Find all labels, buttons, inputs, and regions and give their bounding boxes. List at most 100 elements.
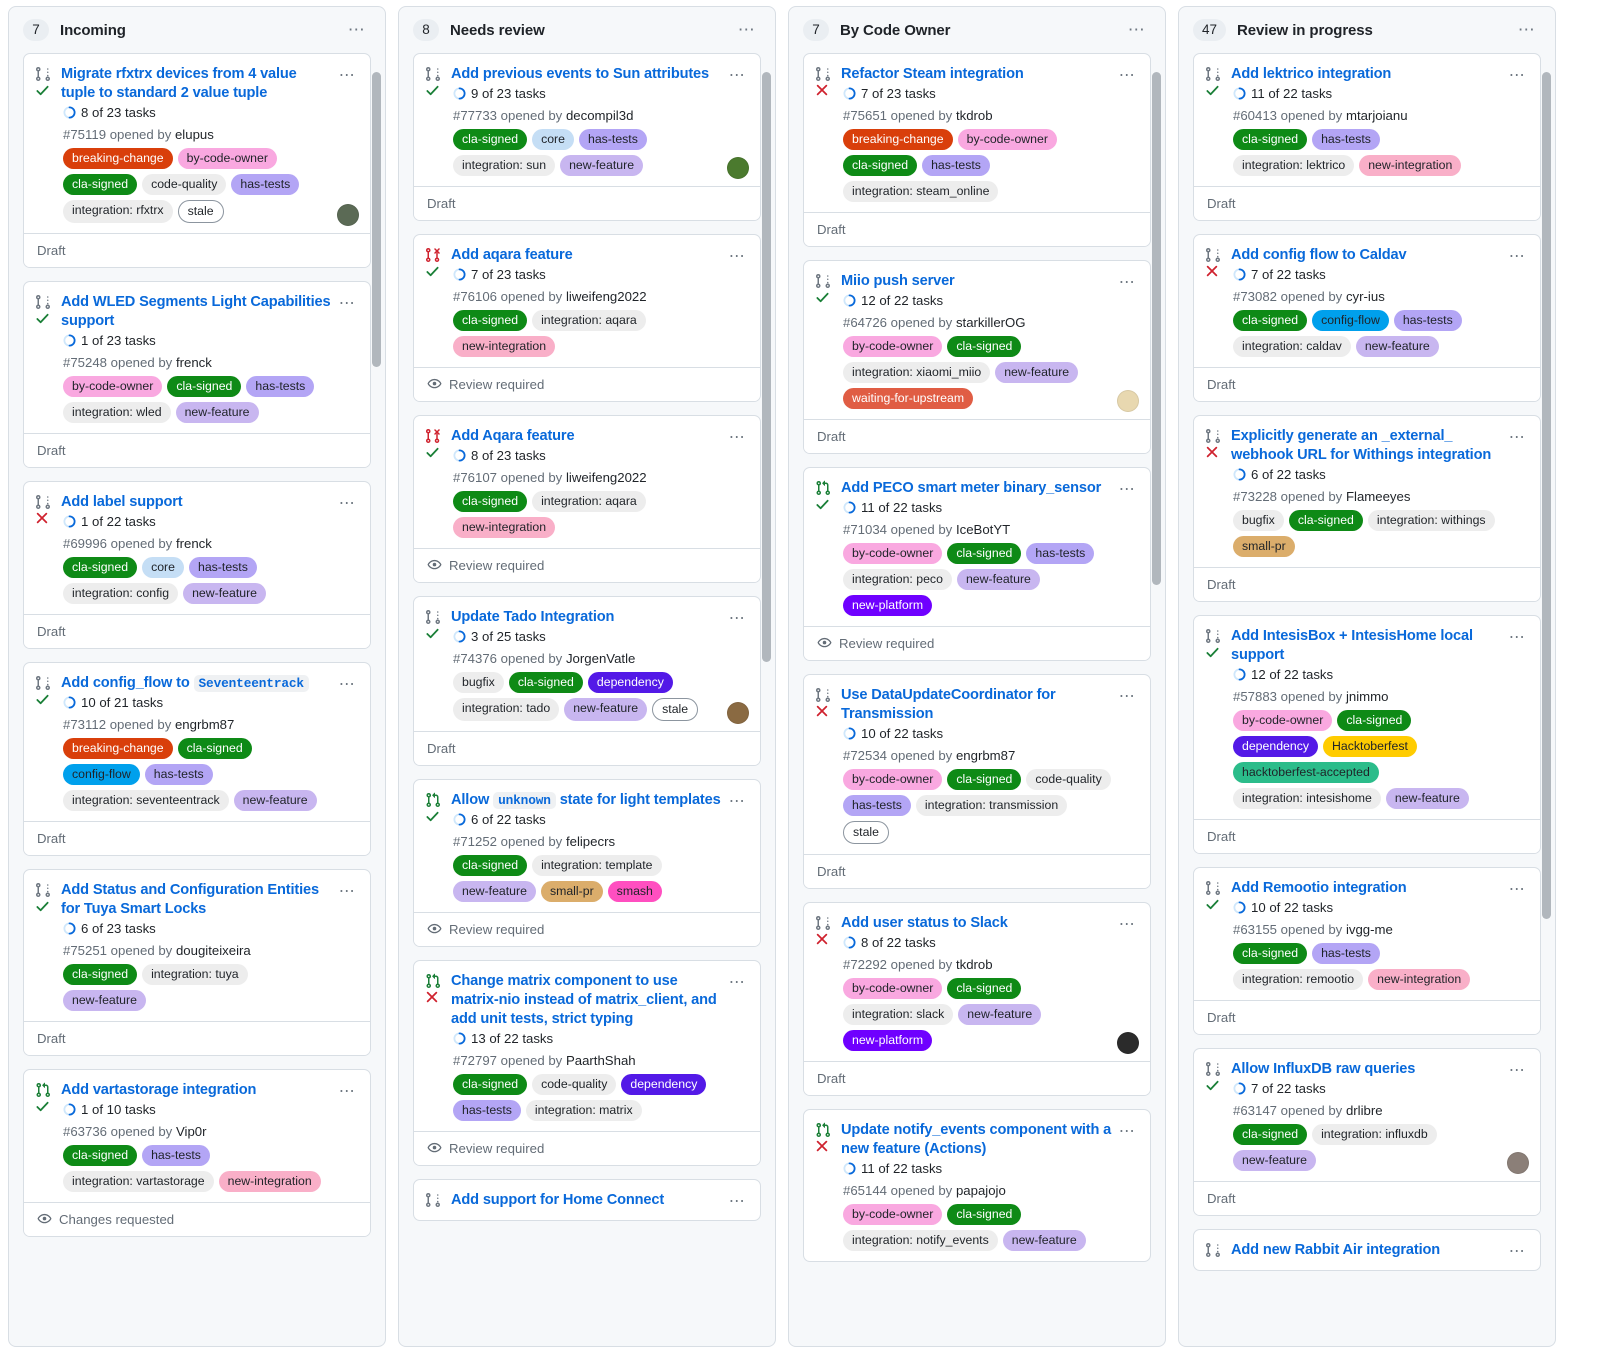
card-label[interactable]: new-feature <box>1355 336 1439 357</box>
card-label[interactable]: cla-signed <box>947 1204 1022 1225</box>
card-title[interactable]: Add lektrico integration <box>1231 65 1503 84</box>
card-label[interactable]: has-tests <box>231 174 300 195</box>
board-card[interactable]: Add support for Home Connect ⋯ <box>413 1179 761 1221</box>
card-label[interactable]: stale <box>652 698 699 721</box>
card-label[interactable]: integration: transmission <box>915 795 1068 816</box>
card-label[interactable]: cla-signed <box>1233 129 1308 150</box>
card-title[interactable]: Add user status to Slack <box>841 914 1113 933</box>
card-label[interactable]: cla-signed <box>1337 710 1412 731</box>
card-title[interactable]: Update Tado Integration <box>451 608 723 627</box>
board-card[interactable]: Add WLED Segments Light Capabilities sup… <box>23 281 371 468</box>
card-label[interactable]: cla-signed <box>1233 310 1308 331</box>
card-label[interactable]: bugfix <box>453 672 504 693</box>
card-label[interactable]: integration: aqara <box>532 310 646 331</box>
column-menu-icon[interactable]: ⋯ <box>738 21 761 38</box>
card-label[interactable]: hacktoberfest-accepted <box>1233 762 1379 783</box>
card-label[interactable]: has-tests <box>1312 129 1380 150</box>
card-label[interactable]: cla-signed <box>947 769 1022 790</box>
card-menu-icon[interactable]: ⋯ <box>1509 879 1527 898</box>
card-menu-icon[interactable]: ⋯ <box>339 493 357 512</box>
card-label[interactable]: core <box>532 129 574 150</box>
card-label[interactable]: core <box>142 557 184 578</box>
card-label[interactable]: integration: matrix <box>525 1100 642 1121</box>
scrollbar-thumb[interactable] <box>1542 71 1551 919</box>
board-card[interactable]: Add Status and Configuration Entities fo… <box>23 869 371 1056</box>
card-label[interactable]: dependency <box>621 1074 707 1095</box>
board-card[interactable]: Add new Rabbit Air integration ⋯ <box>1193 1229 1541 1271</box>
card-menu-icon[interactable]: ⋯ <box>729 791 747 810</box>
card-menu-icon[interactable]: ⋯ <box>1119 65 1137 84</box>
card-label[interactable]: new-integration <box>1368 969 1471 990</box>
card-label[interactable]: new-integration <box>453 517 556 538</box>
column-scrollbar[interactable] <box>1152 59 1161 1342</box>
board-card[interactable]: Add config flow to Caldav ⋯ 7 of 22 task… <box>1193 234 1541 402</box>
card-label[interactable]: config-flow <box>63 764 140 785</box>
card-title[interactable]: Change matrix component to use matrix-ni… <box>451 972 723 1029</box>
card-menu-icon[interactable]: ⋯ <box>729 972 747 991</box>
card-title[interactable]: Add Status and Configuration Entities fo… <box>61 881 333 919</box>
scrollbar-thumb[interactable] <box>1152 71 1161 586</box>
card-label[interactable]: has-tests <box>188 557 257 578</box>
board-card[interactable]: Add Remootio integration ⋯ 10 of 22 task… <box>1193 867 1541 1035</box>
card-label[interactable]: has-tests <box>144 764 213 785</box>
card-label[interactable]: cla-signed <box>453 129 528 150</box>
card-menu-icon[interactable]: ⋯ <box>729 1191 747 1210</box>
card-menu-icon[interactable]: ⋯ <box>1509 627 1527 646</box>
card-label[interactable]: integration: lektrico <box>1233 155 1355 176</box>
card-label[interactable]: has-tests <box>1312 943 1380 964</box>
card-label[interactable]: new-feature <box>63 990 146 1011</box>
card-label[interactable]: integration: tado <box>453 698 560 721</box>
card-label[interactable]: new-platform <box>843 595 933 616</box>
column-scrollbar[interactable] <box>372 59 381 1342</box>
card-label[interactable]: new-feature <box>453 881 536 902</box>
card-label[interactable]: waiting-for-upstream <box>843 388 974 409</box>
card-label[interactable]: cla-signed <box>947 543 1022 564</box>
card-label[interactable]: by-code-owner <box>843 543 943 564</box>
card-title[interactable]: Add vartastorage integration <box>61 1081 333 1100</box>
board-card[interactable]: Explicitly generate an _external_ webhoo… <box>1193 415 1541 602</box>
card-title[interactable]: Add PECO smart meter binary_sensor <box>841 479 1113 498</box>
card-menu-icon[interactable]: ⋯ <box>1119 686 1137 705</box>
card-label[interactable]: integration: caldav <box>1233 336 1351 357</box>
card-label[interactable]: cla-signed <box>453 491 528 512</box>
card-label[interactable]: integration: steam_online <box>843 181 999 202</box>
card-label[interactable]: integration: sun <box>453 155 556 176</box>
card-label[interactable]: cla-signed <box>453 310 528 331</box>
card-menu-icon[interactable]: ⋯ <box>1509 246 1527 265</box>
card-label[interactable]: integration: seventeentrack <box>63 790 229 811</box>
board-card[interactable]: Add label support ⋯ 1 of 22 tasks #69996… <box>23 481 371 649</box>
card-label[interactable]: cla-signed <box>453 1074 528 1095</box>
card-menu-icon[interactable]: ⋯ <box>339 65 357 84</box>
card-label[interactable]: cla-signed <box>508 672 583 693</box>
card-title[interactable]: Refactor Steam integration <box>841 65 1113 84</box>
card-menu-icon[interactable]: ⋯ <box>1119 914 1137 933</box>
card-label[interactable]: new-integration <box>218 1171 321 1192</box>
card-label[interactable]: new-integration <box>453 336 556 357</box>
card-label[interactable]: integration: wled <box>63 402 171 423</box>
card-label[interactable]: stale <box>177 200 224 223</box>
board-card[interactable]: Add vartastorage integration ⋯ 1 of 10 t… <box>23 1069 371 1237</box>
card-label[interactable]: breaking-change <box>843 129 953 150</box>
card-label[interactable]: smash <box>607 881 662 902</box>
card-title[interactable]: Add config_flow to Seventeentrack <box>61 674 333 693</box>
card-title[interactable]: Allow unknown state for light templates <box>451 791 723 810</box>
card-menu-icon[interactable]: ⋯ <box>1509 1241 1527 1260</box>
card-label[interactable]: code-quality <box>1026 769 1111 790</box>
board-card[interactable]: Add PECO smart meter binary_sensor ⋯ 11 … <box>803 467 1151 661</box>
card-label[interactable]: cla-signed <box>63 557 138 578</box>
scrollbar-thumb[interactable] <box>762 71 771 662</box>
card-label[interactable]: has-tests <box>142 1145 210 1166</box>
card-label[interactable]: new-integration <box>1359 155 1462 176</box>
card-menu-icon[interactable]: ⋯ <box>729 427 747 446</box>
card-menu-icon[interactable]: ⋯ <box>729 608 747 627</box>
card-label[interactable]: small-pr <box>1233 536 1295 557</box>
card-label[interactable]: by-code-owner <box>177 148 277 169</box>
scrollbar-thumb[interactable] <box>372 71 381 367</box>
card-label[interactable]: integration: xiaomi_miio <box>843 362 991 383</box>
column-menu-icon[interactable]: ⋯ <box>1518 21 1541 38</box>
card-menu-icon[interactable]: ⋯ <box>1119 272 1137 291</box>
card-label[interactable]: new-feature <box>956 569 1040 590</box>
card-title[interactable]: Add IntesisBox + IntesisHome local suppo… <box>1231 627 1503 665</box>
card-label[interactable]: code-quality <box>532 1074 617 1095</box>
board-card[interactable]: Refactor Steam integration ⋯ 7 of 23 tas… <box>803 53 1151 247</box>
